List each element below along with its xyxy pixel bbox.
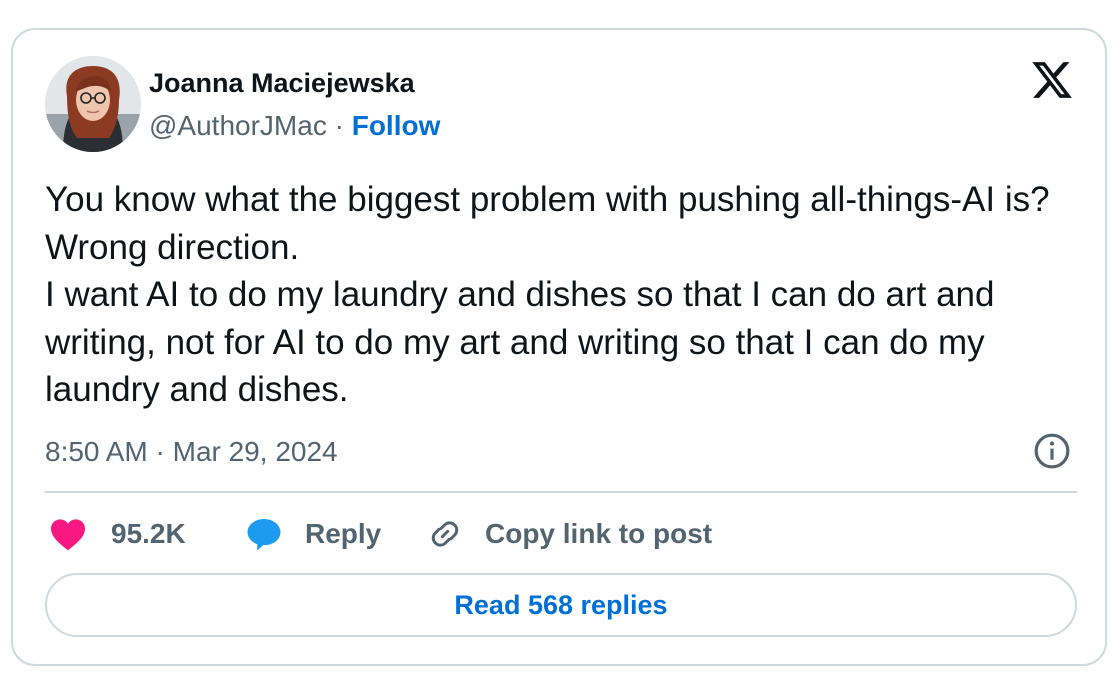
reply-label: Reply [305,518,382,549]
copy-link-label: Copy link to post [485,518,713,549]
tweet-text-line: I want AI to do my laundry and dishes so… [45,275,995,409]
like-button[interactable]: 95.2K [49,512,186,556]
author-avatar[interactable] [45,56,141,152]
tweet-timestamp[interactable]: 8:50 AM · Mar 29, 2024 [45,434,338,470]
author-handle-row: @AuthorJMac · Follow [149,108,440,144]
author-handle[interactable]: @AuthorJMac [149,110,327,141]
avatar-photo [45,56,141,152]
tweet-text-line: You know what the biggest problem with p… [45,180,1050,267]
x-logo-icon[interactable] [1029,58,1075,102]
speech-bubble-icon [247,519,281,551]
handle-separator: · [334,110,344,141]
tweet-text: You know what the biggest problem with p… [45,176,1085,414]
tweet-card: Joanna Maciejewska @AuthorJMac · Follow … [11,28,1107,666]
follow-button[interactable]: Follow [352,110,441,141]
like-count: 95.2K [111,518,186,549]
author-name[interactable]: Joanna Maciejewska [149,66,415,100]
reply-button[interactable]: Reply [245,512,381,556]
read-replies-button[interactable]: Read 568 replies [45,573,1077,637]
link-icon [431,521,459,547]
divider [45,491,1077,493]
info-icon[interactable] [1033,432,1071,470]
heart-icon [51,519,85,551]
copy-link-button[interactable]: Copy link to post [427,512,712,556]
